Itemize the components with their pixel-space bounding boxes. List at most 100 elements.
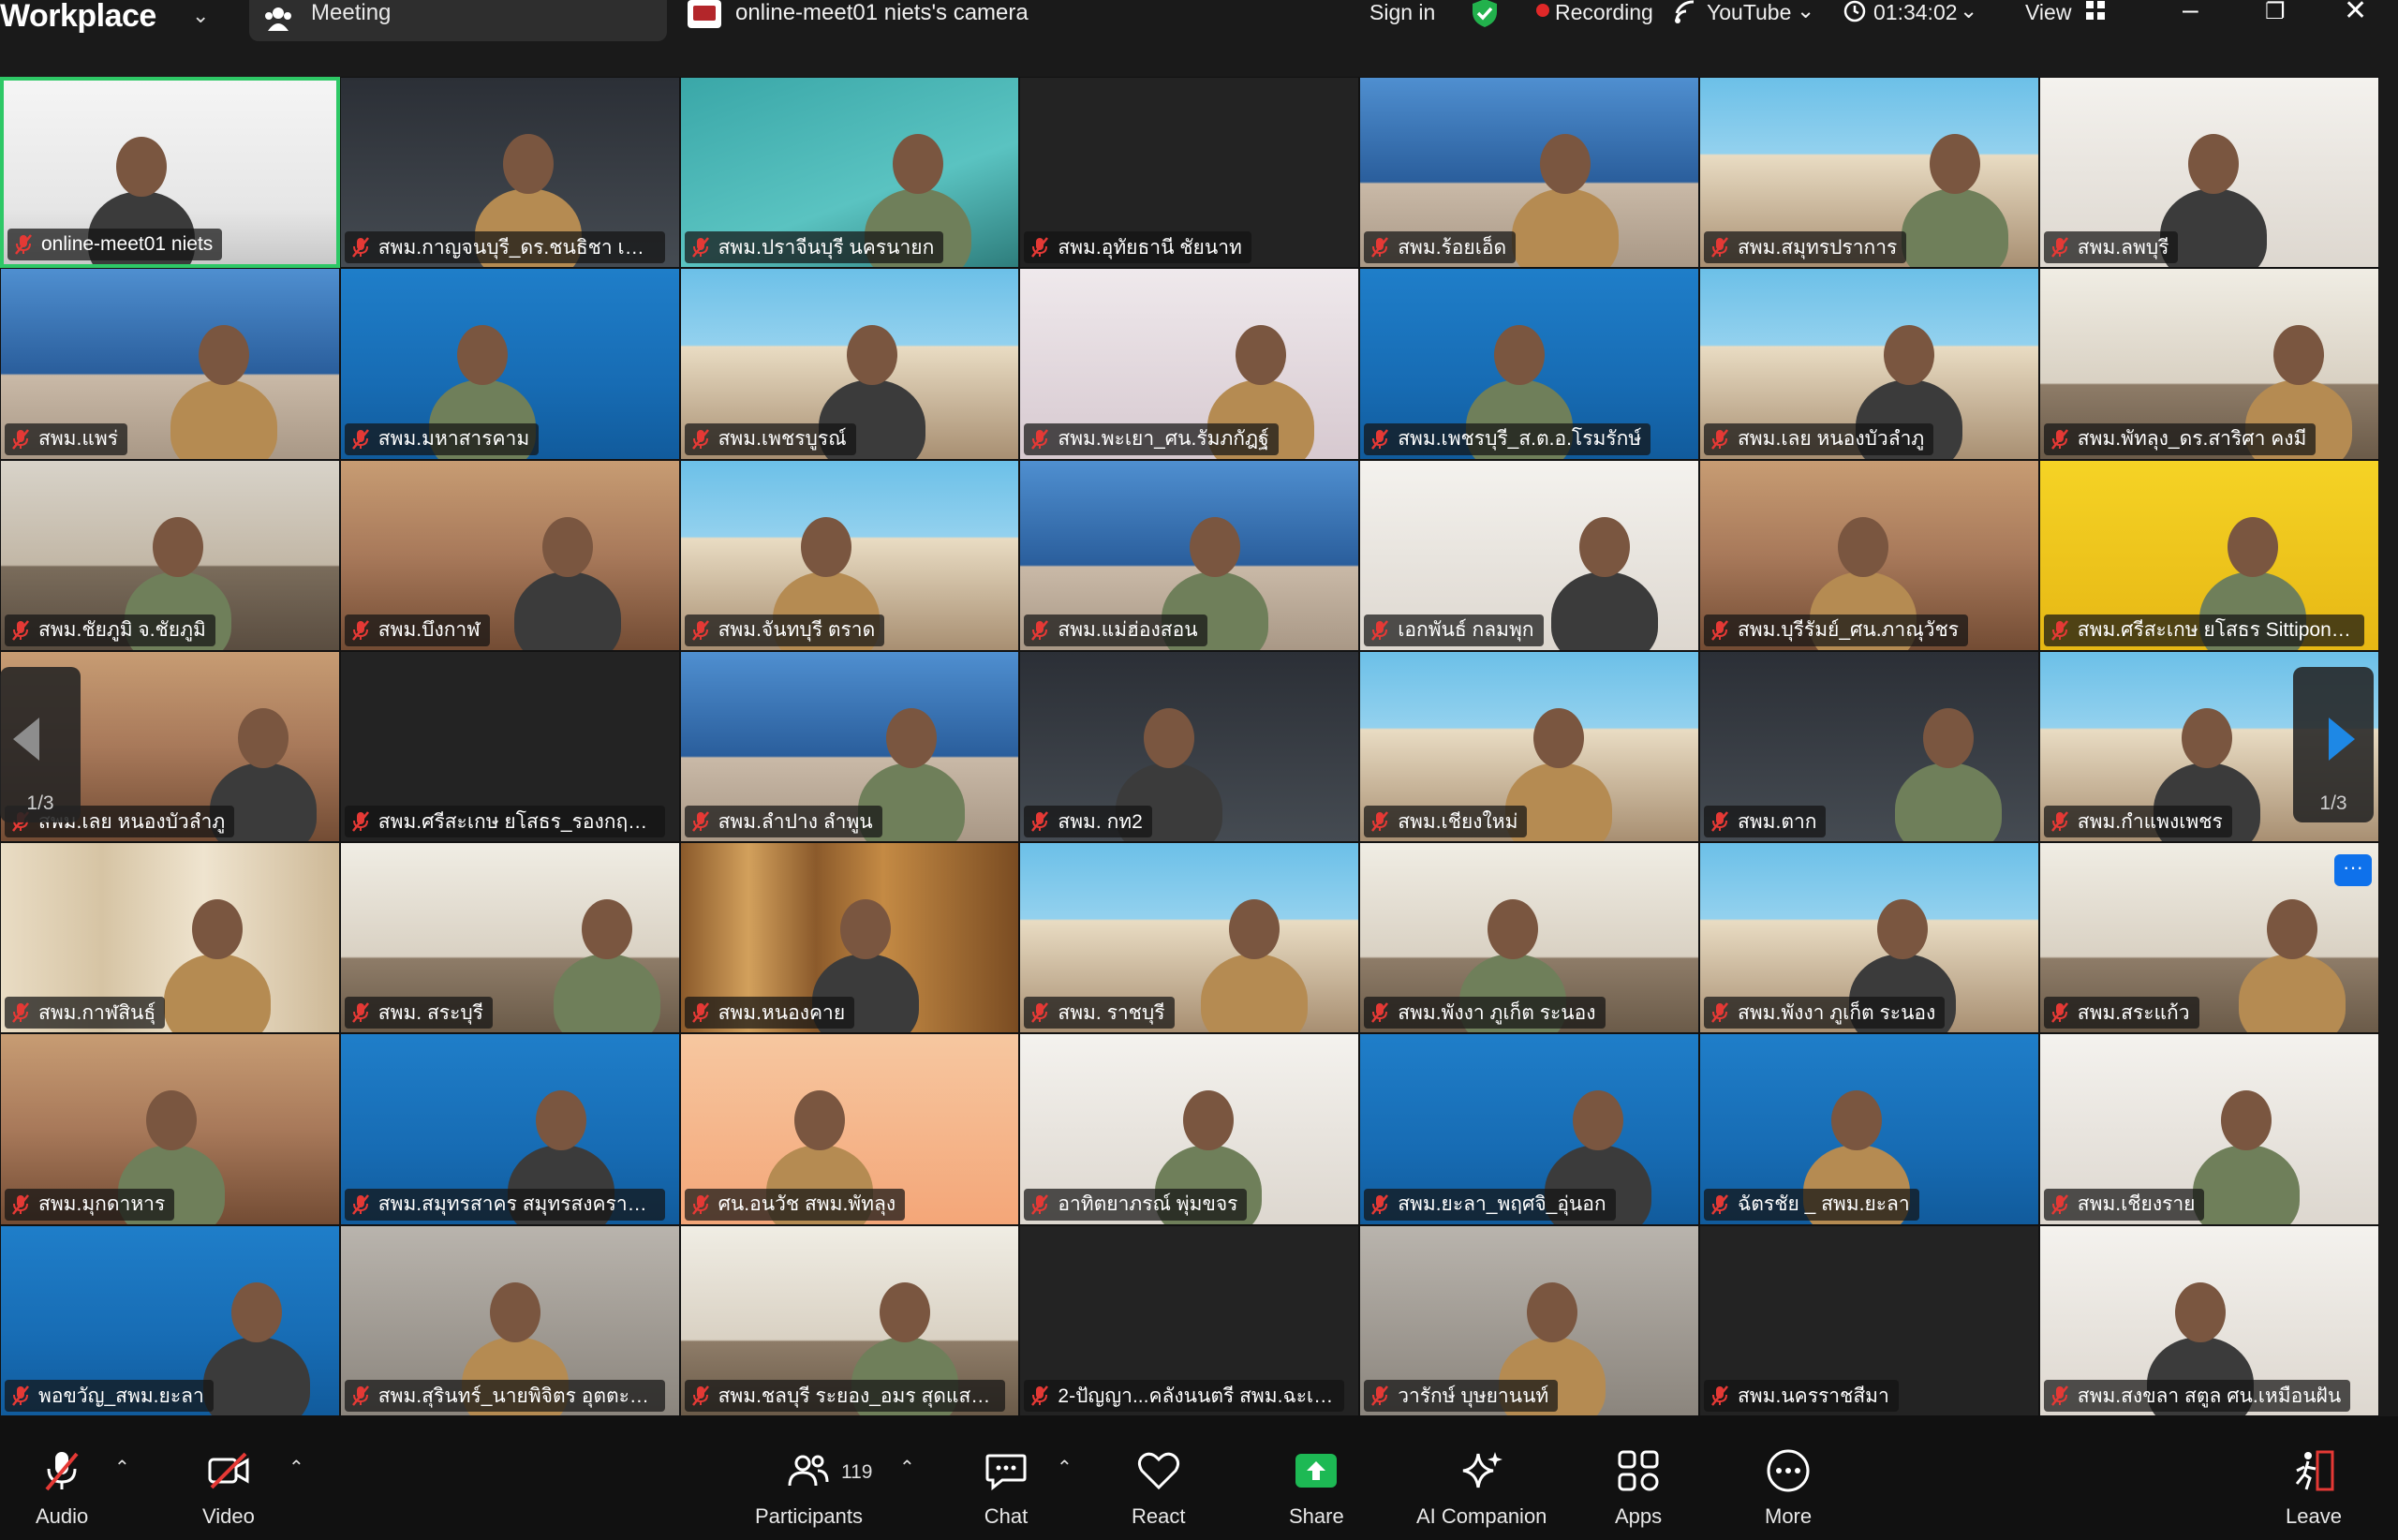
person-silhouette [1183,1090,1235,1151]
audio-options-caret-icon[interactable]: ⌃ [114,1456,130,1479]
participant-video-tile[interactable]: พอขวัญ_สพม.ยะลา [0,1224,340,1417]
page-indicator: 1/3 [2319,792,2347,814]
participant-video-tile[interactable]: ศน.อนวัช สพม.พัทลุง [679,1033,1020,1225]
grid-view-icon[interactable] [2085,0,2106,21]
participant-video-tile[interactable]: สพม.ยะลา_พฤศจิ_อุ่นอก [1359,1033,1699,1225]
person-silhouette [502,134,554,194]
ai-companion-label: AI Companion [1416,1504,1547,1528]
participant-video-tile[interactable]: สพม.ลำปาง ลำพูน [679,650,1020,843]
participant-name-tag: สพม.เชียงราย [2043,1188,2205,1221]
participant-video-tile[interactable]: online-meet01 niets [0,77,340,269]
participant-name: สพม.เชียงใหม่ [1398,810,1518,833]
person-silhouette [541,516,593,577]
security-shield-icon[interactable] [1471,0,1499,28]
participant-video-tile[interactable]: สพม.ชัยภูมิ จ.ชัยภูมิ [0,459,340,651]
participant-video-tile[interactable]: สพม.อุทัยธานี ชัยนาท [1019,77,1360,269]
participant-name: สพม.บุรีรัมย์_ศน.ภาณุวัชร [1737,619,1959,642]
participant-video-tile[interactable]: สพม. ราชบุรี [1019,842,1360,1034]
view-menu-label[interactable]: View [2025,0,2071,25]
recording-label[interactable]: Recording [1555,0,1653,25]
participant-name: สพม.เชียงราย [2077,1193,2196,1216]
leave-button[interactable]: Leave [2286,1448,2342,1529]
next-page-button[interactable]: 1/3 [2293,667,2374,822]
chat-options-caret-icon[interactable]: ⌃ [1057,1456,1073,1479]
participant-video-tile[interactable]: วารักษ์ บุษยานนท์ [1359,1224,1699,1417]
participant-video-tile[interactable]: สพม.เพชรบุรี_ส.ต.อ.โรมรักษ์ [1359,268,1699,460]
audio-button[interactable]: Audio [36,1448,88,1529]
participant-video-tile[interactable]: สพม.ศรีสะเกษ ยโสธร_รองกฤษฎา [339,650,680,843]
participants-icon [788,1455,829,1487]
participant-video-tile[interactable]: สพม.กาฬสินธุ์ [0,842,340,1034]
chevron-down-icon[interactable]: ⌄ [1797,0,1814,23]
video-button[interactable]: Video [202,1448,255,1529]
participant-video-tile[interactable]: สพม.บุรีรัมย์_ศน.ภาณุวัชร [1698,459,2039,651]
participant-video-tile[interactable]: สพม.สุรินทร์_นายพิจิตร อุตตะโปน [339,1224,680,1417]
apps-button[interactable]: Apps [1615,1448,1662,1529]
person-silhouette [581,899,632,960]
participant-video-tile[interactable]: สพม.แม่ฮ่องสอน [1019,459,1360,651]
participant-video-tile[interactable]: สพม.มหาสารคาม [339,268,680,460]
participant-video-tile[interactable]: สพม.ลพบุรี [2038,77,2379,269]
participant-name-tag: สพม.เพชรบูรณ์ [684,422,856,455]
participant-video-tile[interactable]: สพม.ชลบุรี ระยอง_อมร สุดแสง_ผ... [679,1224,1020,1417]
person-silhouette [1830,1090,1882,1151]
person-silhouette [456,325,508,386]
sign-in-link[interactable]: Sign in [1369,0,1435,25]
more-button[interactable]: More [1765,1448,1812,1529]
participant-video-tile[interactable]: สพม.แพร่ [0,268,340,460]
video-options-caret-icon[interactable]: ⌃ [289,1456,304,1479]
participant-video-tile[interactable]: ฉัตรชัย _ สพม.ยะลา [1698,1033,2039,1225]
participant-video-tile[interactable]: สพม.สมุทรปราการ [1698,77,2039,269]
participant-video-tile[interactable]: สพม.เชียงใหม่ [1359,650,1699,843]
participant-video-tile[interactable]: สพม.เพชรบูรณ์ [679,268,1020,460]
participant-video-tile[interactable]: สพม.ตาก [1698,650,2039,843]
participant-video-tile[interactable]: อาทิตยาภรณ์ พุ่มขจร [1019,1033,1360,1225]
restore-window-button[interactable]: ❐ [2265,0,2286,25]
participant-name: สพม.สมุทรสาคร สมุทรสงคราม ผอ.... [377,1193,656,1216]
minimize-window-button[interactable]: – [2183,0,2198,26]
participant-name: สพม.มุกดาหาร [38,1193,166,1216]
tab-meeting[interactable]: Meeting [249,0,667,41]
chat-button[interactable]: Chat [984,1448,1029,1529]
participant-video-tile[interactable]: สพม.พัทลุง_ดร.สาริศา คงมี [2038,268,2379,460]
participant-video-tile[interactable]: สพม.ศรีสะเกษ ยโสธร Sittipong Su... [2038,459,2379,651]
participant-name-tag: สพม.มหาสารคาม [344,422,540,455]
ai-companion-button[interactable]: AI Companion [1416,1448,1547,1529]
participant-video-tile[interactable]: สพม.พังงา ภูเก็ต ระนอง [1698,842,2039,1034]
camera-app-icon [688,0,721,28]
participant-video-tile[interactable]: สพม.เชียงราย [2038,1033,2379,1225]
react-button[interactable]: React [1132,1448,1185,1529]
share-button[interactable]: Share [1289,1448,1344,1529]
participant-video-tile[interactable]: สพม.สระแก้ว [2038,842,2379,1034]
previous-page-button[interactable]: 1/3 [0,667,81,822]
participant-video-tile[interactable]: สพม.มุกดาหาร [0,1033,340,1225]
youtube-stream-label[interactable]: YouTube [1707,0,1791,25]
chevron-down-icon[interactable]: ⌄ [1960,0,1977,23]
tile-more-options-button[interactable]: ··· [2334,854,2372,886]
participant-video-tile[interactable]: สพม.เลย หนองบัวลำภู [1698,268,2039,460]
participant-video-tile[interactable]: สพม. สระบุรี [339,842,680,1034]
participant-video-tile[interactable]: สพม.กาญจนบุรี_ดร.ชนธิชา เตชะพ... [339,77,680,269]
participant-video-tile[interactable]: สพม.ปราจีนบุรี นครนายก [679,77,1020,269]
participant-video-tile[interactable]: สพม.จันทบุรี ตราด [679,459,1020,651]
participant-video-tile[interactable]: สพม.นครราชสีมา [1698,1224,2039,1417]
participant-video-tile[interactable]: สพม.บึงกาฬ [339,459,680,651]
participant-video-tile[interactable]: สพม.สงขลา สตูล ศน.เหมือนฝัน [2038,1224,2379,1417]
participant-video-tile[interactable]: สพม.สมุทรสาคร สมุทรสงคราม ผอ.... [339,1033,680,1225]
participants-button[interactable]: Participants [755,1448,863,1529]
person-silhouette [1144,707,1195,768]
participant-video-tile[interactable]: สพม.พังงา ภูเก็ต ระนอง [1359,842,1699,1034]
close-window-button[interactable]: ✕ [2344,0,2367,27]
chevron-down-icon[interactable]: ⌄ [192,4,209,28]
person-silhouette [192,899,243,960]
participant-video-tile[interactable]: สพม.ร้อยเอ็ด [1359,77,1699,269]
person-silhouette [553,954,660,1033]
participant-video-tile[interactable]: สพม.พะเยา_ศน.รัมภกัฎฐ์ [1019,268,1360,460]
participant-video-tile[interactable]: สพม. กท2 [1019,650,1360,843]
participant-video-tile[interactable]: 2-ปัญญา...คลังนนตรี สพม.ฉะเชิงเ... [1019,1224,1360,1417]
participant-video-tile[interactable]: เอกพันธ์ กลมพุก [1359,459,1699,651]
recording-dot-icon [1536,4,1549,17]
participants-options-caret-icon[interactable]: ⌃ [899,1456,915,1479]
participant-video-tile[interactable]: สพม.หนองคาย [679,842,1020,1034]
microphone-muted-icon [691,811,709,832]
